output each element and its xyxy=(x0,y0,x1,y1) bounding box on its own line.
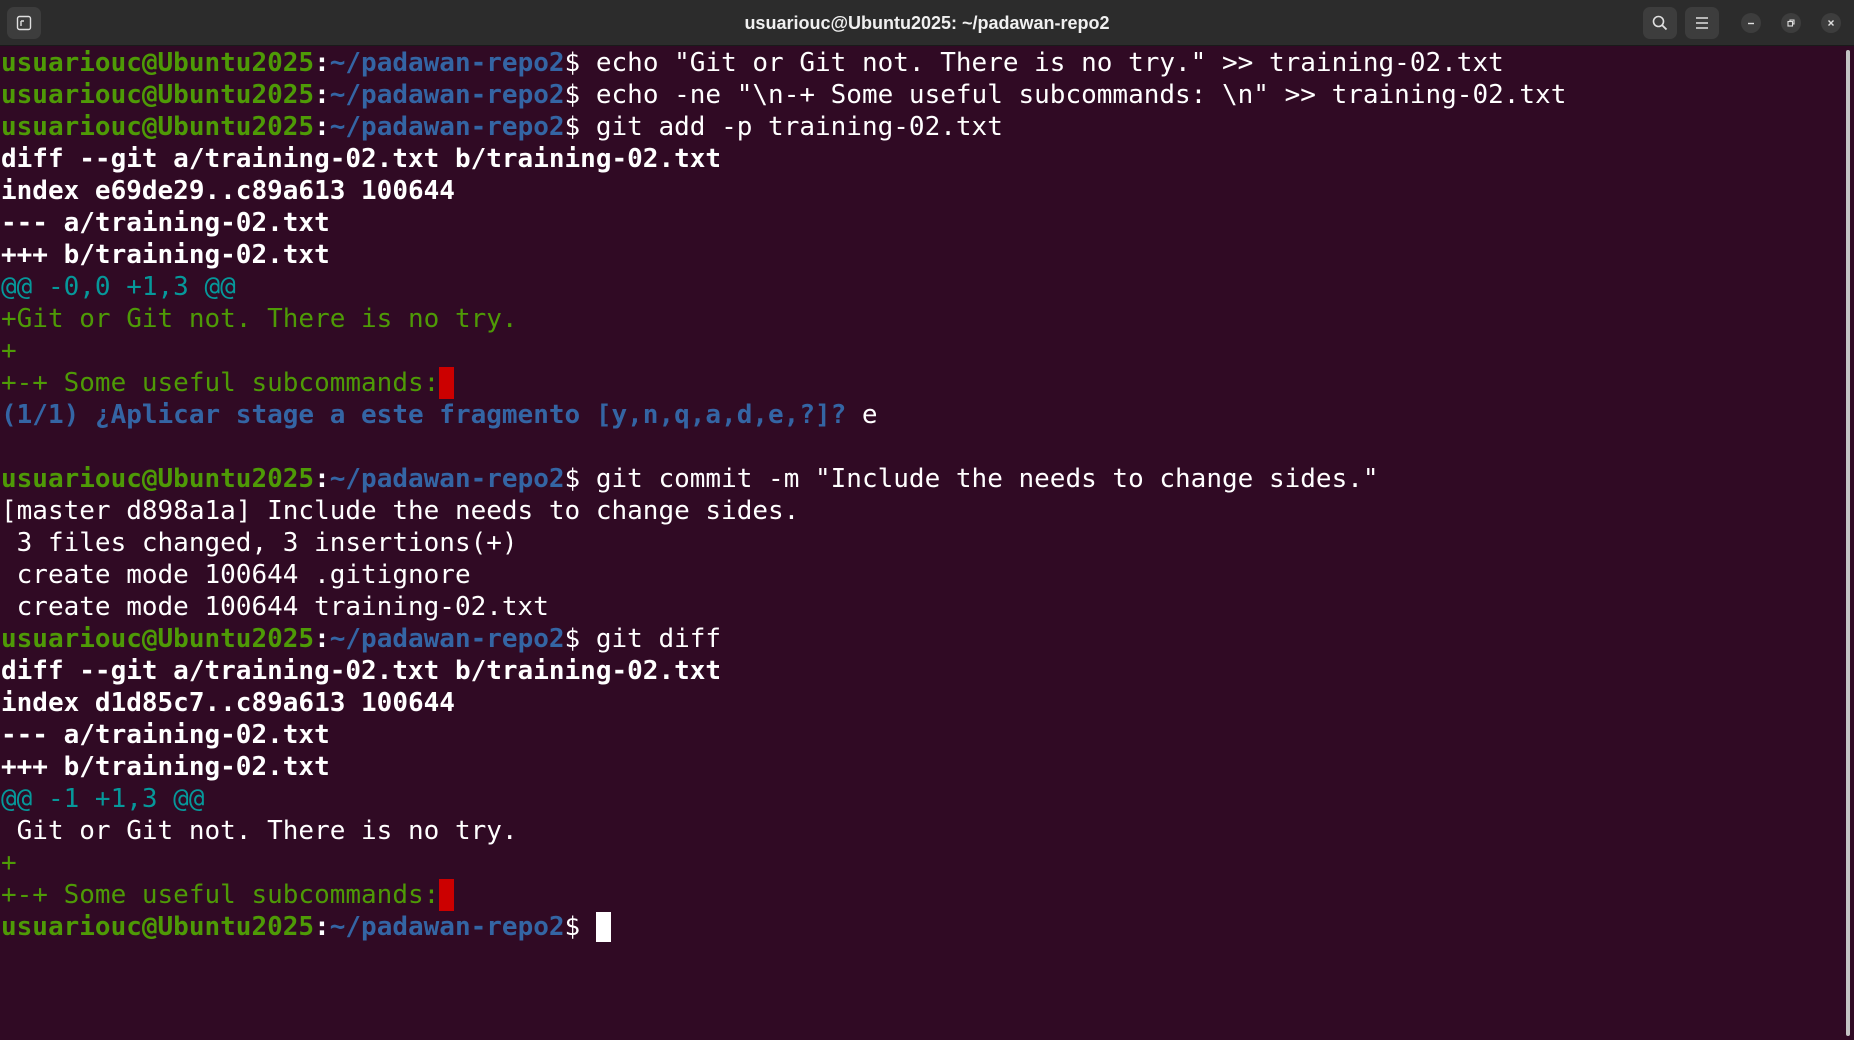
stage-prompt-line: (1/1) ¿Aplicar stage a este fragmento [y… xyxy=(1,399,878,431)
prompt-colon: : xyxy=(314,624,330,654)
diff-new-file-line: +++ b/training-02.txt xyxy=(1,240,330,270)
terminal-line: usuariouc@Ubuntu2025:~/padawan-repo2$ xyxy=(1,911,611,943)
diff-header-line: diff --git a/training-02.txt b/training-… xyxy=(1,144,722,174)
diff-context-line: Git or Git not. There is no try. xyxy=(1,816,518,846)
prompt-path: ~/padawan-repo2 xyxy=(329,48,565,78)
trailing-whitespace-marker xyxy=(439,367,455,399)
prompt-path: ~/padawan-repo2 xyxy=(329,112,565,142)
prompt-dollar: $ xyxy=(564,112,581,142)
prompt-colon: : xyxy=(314,80,330,110)
prompt-user: usuariouc@Ubuntu2025 xyxy=(1,464,315,494)
prompt-dollar: $ xyxy=(564,464,581,494)
diff-new-file-line: +++ b/training-02.txt xyxy=(1,752,330,782)
minimize-icon xyxy=(1748,22,1754,25)
restore-icon xyxy=(1787,19,1795,27)
terminal-line: usuariouc@Ubuntu2025:~/padawan-repo2$ gi… xyxy=(1,623,721,655)
command-text: git add -p training-02.txt xyxy=(580,112,1003,142)
prompt-user: usuariouc@Ubuntu2025 xyxy=(1,912,315,942)
command-text: echo -ne "\n-+ Some useful subcommands: … xyxy=(580,80,1567,110)
search-button[interactable] xyxy=(1643,7,1677,39)
diff-added-line: +Git or Git not. There is no try. xyxy=(1,304,518,334)
command-text: git diff xyxy=(580,624,722,654)
prompt-path: ~/padawan-repo2 xyxy=(329,624,565,654)
diff-added-line: +-+ Some useful subcommands: xyxy=(1,879,455,911)
window-title: usuariouc@Ubuntu2025: ~/padawan-repo2 xyxy=(744,13,1110,33)
prompt-dollar: $ xyxy=(564,624,581,654)
prompt-colon: : xyxy=(314,112,330,142)
terminal-line: usuariouc@Ubuntu2025:~/padawan-repo2$ gi… xyxy=(1,111,1003,143)
diff-added-line: + xyxy=(1,848,17,878)
minimize-button[interactable] xyxy=(1741,13,1761,33)
stage-question: (1/1) ¿Aplicar stage a este fragmento [y… xyxy=(1,400,847,430)
terminal-cursor xyxy=(595,912,611,942)
prompt-colon: : xyxy=(314,48,330,78)
diff-added-text: +-+ Some useful subcommands: xyxy=(1,880,440,910)
diff-added-line: + xyxy=(1,336,17,366)
restore-button[interactable] xyxy=(1781,13,1801,33)
vertical-scrollbar[interactable] xyxy=(1842,46,1854,1040)
menu-button[interactable] xyxy=(1685,7,1719,39)
terminal-line: usuariouc@Ubuntu2025:~/padawan-repo2$ gi… xyxy=(1,463,1379,495)
hamburger-menu-icon xyxy=(1696,17,1708,29)
prompt-dollar: $ xyxy=(564,48,581,78)
commit-output-line: create mode 100644 training-02.txt xyxy=(1,592,549,622)
diff-hunk-header: @@ -1 +1,3 @@ xyxy=(1,784,205,814)
prompt-user: usuariouc@Ubuntu2025 xyxy=(1,624,315,654)
commit-output-line: create mode 100644 .gitignore xyxy=(1,560,471,590)
diff-hunk-header: @@ -0,0 +1,3 @@ xyxy=(1,272,236,302)
terminal-line: usuariouc@Ubuntu2025:~/padawan-repo2$ ec… xyxy=(1,79,1566,111)
prompt-dollar: $ xyxy=(564,80,581,110)
scrollbar-thumb[interactable] xyxy=(1846,50,1850,1036)
prompt-user: usuariouc@Ubuntu2025 xyxy=(1,80,315,110)
command-text: echo "Git or Git not. There is no try." … xyxy=(580,48,1504,78)
prompt-path: ~/padawan-repo2 xyxy=(329,464,565,494)
search-icon xyxy=(1652,15,1668,31)
close-icon xyxy=(1828,20,1834,26)
prompt-user: usuariouc@Ubuntu2025 xyxy=(1,112,315,142)
diff-added-line: +-+ Some useful subcommands: xyxy=(1,367,455,399)
diff-added-text: +-+ Some useful subcommands: xyxy=(1,368,440,398)
command-text: git commit -m "Include the needs to chan… xyxy=(580,464,1379,494)
close-button[interactable] xyxy=(1821,13,1841,33)
prompt-colon: : xyxy=(314,464,330,494)
trailing-whitespace-marker xyxy=(439,879,455,911)
diff-index-line: index e69de29..c89a613 100644 xyxy=(1,176,455,206)
command-text xyxy=(580,912,596,942)
prompt-colon: : xyxy=(314,912,330,942)
prompt-user: usuariouc@Ubuntu2025 xyxy=(1,48,315,78)
commit-output-line: [master d898a1a] Include the needs to ch… xyxy=(1,496,800,526)
diff-header-line: diff --git a/training-02.txt b/training-… xyxy=(1,656,722,686)
diff-index-line: index d1d85c7..c89a613 100644 xyxy=(1,688,455,718)
prompt-dollar: $ xyxy=(564,912,581,942)
diff-old-file-line: --- a/training-02.txt xyxy=(1,208,330,238)
stage-answer: e xyxy=(846,400,878,430)
terminal-line: usuariouc@Ubuntu2025:~/padawan-repo2$ ec… xyxy=(1,47,1504,79)
terminal-output[interactable]: usuariouc@Ubuntu2025:~/padawan-repo2$ ec… xyxy=(0,46,1842,1040)
prompt-path: ~/padawan-repo2 xyxy=(329,80,565,110)
diff-old-file-line: --- a/training-02.txt xyxy=(1,720,330,750)
commit-output-line: 3 files changed, 3 insertions(+) xyxy=(1,528,518,558)
window-titlebar: usuariouc@Ubuntu2025: ~/padawan-repo2 xyxy=(0,0,1854,46)
prompt-path: ~/padawan-repo2 xyxy=(329,912,565,942)
